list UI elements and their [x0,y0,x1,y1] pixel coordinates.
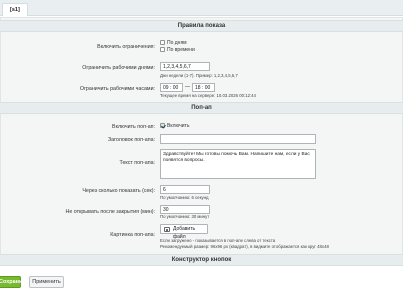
workhours-to-input[interactable]: 18 : 00 [192,83,215,92]
show-after-hint: По умолчанию: 6 секунд [160,195,209,200]
popup-image-hint-2: Рекомендуемый размер: 96x96 px (квадрат)… [160,244,329,249]
popup-image-hint-1: Если загружено - показывается в поп-апе … [160,238,276,243]
image-icon [164,227,170,232]
restriction-days-checkbox[interactable] [160,40,165,46]
hide-after-close-input[interactable]: 30 [160,205,210,214]
tab-s1[interactable]: [s1] [2,3,28,16]
popup-enable-label: Включить поп-ап: [112,124,155,130]
popup-title-label: Заголовок поп-апа: [107,137,155,143]
popup-image-label: Картинка поп-апа: [110,232,155,238]
show-after-label: Через сколько показать (сек): [82,188,155,194]
workdays-label: Ограничить рабочими днями: [82,65,155,71]
workhours-hint: Текущее время на сервере: 10.03.2026 00:… [160,93,256,98]
tab-bar: [s1] [0,0,403,16]
popup-enable-checkbox[interactable] [160,123,165,129]
section-display-rules: Правила показа [0,20,403,32]
restrictions-label: Включить ограничения: [97,44,155,50]
workhours-from-input[interactable]: 09 : 00 [160,83,183,92]
restriction-days-option[interactable]: По дням [160,40,187,46]
add-file-button[interactable]: Добавить файл [160,224,208,240]
popup-text-textarea[interactable]: Здравствуйте! Мы готовы помочь Вам. Напи… [160,149,316,179]
hide-after-close-hint: По умолчанию: 30 минут [160,214,210,219]
workhours-dash: — [185,84,190,90]
popup-title-input[interactable] [160,134,316,144]
hide-after-close-label: Не открывать после закрытия (мин): [65,209,155,215]
section-button-constructor: Конструктор кнопок [0,254,403,266]
restriction-time-option[interactable]: По времени [160,47,195,53]
workdays-hint: Дни недели (1-7). Пример: 1,2,3,4,5,6,7 [160,73,238,78]
workhours-label: Ограничить рабочими часами: [79,86,155,92]
show-after-input[interactable]: 6 [160,185,210,194]
popup-enable-option[interactable]: Включить [160,123,189,129]
apply-button[interactable]: Применить [29,276,64,288]
restriction-time-checkbox[interactable] [160,47,165,53]
section-popup: Поп-ап [0,102,403,114]
popup-text-label: Текст поп-апа: [119,160,156,166]
workdays-input[interactable]: 1,2,3,4,5,6,7 [160,62,210,71]
save-button[interactable]: Сохранить [0,276,28,288]
